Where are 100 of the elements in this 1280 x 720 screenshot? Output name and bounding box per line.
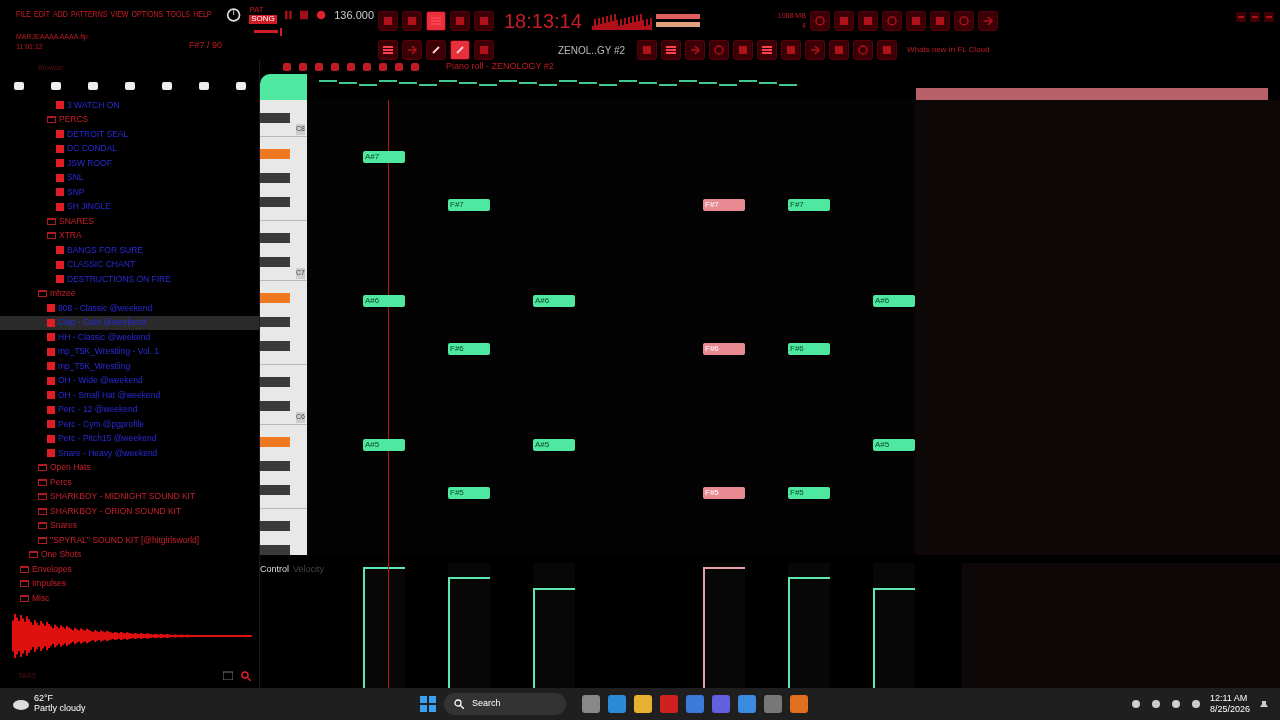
app-icon[interactable] (738, 695, 756, 713)
news-link[interactable]: Whats new in FL Cloud (907, 44, 990, 56)
tree-item[interactable]: XTRA (0, 228, 259, 243)
piano-roll-title: Piano roll - ZENOLOGY #2 (446, 60, 554, 74)
app-icon[interactable] (660, 695, 678, 713)
tree-item[interactable]: SHARKBOY - ORION SOUND KIT (0, 504, 259, 519)
tree-item[interactable]: Snares (0, 518, 259, 533)
tree-item[interactable]: SH JINGLE (0, 199, 259, 214)
menu-item[interactable]: OPTIONS (131, 8, 164, 22)
note-block[interactable]: A#7 (363, 151, 405, 163)
search-box[interactable]: Search (444, 693, 566, 715)
tree-item[interactable]: One Shots (0, 547, 259, 562)
note-block[interactable]: F#6 (448, 343, 490, 355)
note-block[interactable]: F#7 (788, 199, 830, 211)
tree-item[interactable]: DETROIT SEAL (0, 127, 259, 142)
menu-item[interactable]: EDIT (33, 8, 50, 22)
stop-icon[interactable] (299, 10, 309, 20)
note-block[interactable]: A#6 (363, 295, 405, 307)
tree-item[interactable]: DESTRUCTIONS ON FIRE (0, 272, 259, 287)
tree-item[interactable]: Perc - Cym @pgprofile (0, 417, 259, 432)
app-icon[interactable] (790, 695, 808, 713)
tree-item[interactable]: mp_T5K_Wrestling - Vol. 1 (0, 344, 259, 359)
minimize-icon[interactable] (1236, 12, 1246, 22)
tree-item[interactable]: HH - Classic @weekend (0, 330, 259, 345)
tree-item[interactable]: Percs (0, 475, 259, 490)
note-block[interactable]: F#7 (703, 199, 745, 211)
pause-icon[interactable] (284, 10, 292, 20)
tree-item[interactable]: SNP (0, 185, 259, 200)
app-icon[interactable] (712, 695, 730, 713)
spectrum-drawing (591, 12, 652, 30)
tree-item[interactable]: Misc (0, 591, 259, 606)
note-block[interactable]: F#5 (448, 487, 490, 499)
menu-item[interactable]: TOOLS (166, 8, 191, 22)
tree-item[interactable]: PERCS (0, 112, 259, 127)
tree-item[interactable]: DC CONDAL (0, 141, 259, 156)
toolbar-icon[interactable] (757, 40, 778, 60)
toolbar-icon[interactable] (426, 40, 446, 60)
note-block[interactable]: F#5 (788, 487, 830, 499)
tree-item[interactable]: CLASSIC CHANT (0, 257, 259, 272)
toolbar-icon[interactable] (378, 40, 398, 60)
tree-item[interactable]: Envelopes (0, 562, 259, 577)
search-icon (454, 699, 464, 709)
tempo-display[interactable]: 136.000 (334, 6, 374, 24)
note-block[interactable]: A#5 (363, 439, 405, 451)
note-block[interactable]: F#5 (703, 487, 745, 499)
menu-item[interactable]: PATTERNS (71, 8, 108, 22)
app-icon[interactable] (634, 695, 652, 713)
note-block[interactable]: A#6 (533, 295, 575, 307)
song-mode-toggle[interactable]: SONG (249, 15, 277, 24)
tree-item[interactable]: Open Hats (0, 460, 259, 475)
weather-text: Partly cloudy (34, 704, 86, 714)
control-label[interactable]: Control (260, 563, 289, 577)
menu-item[interactable]: ADD (53, 8, 68, 22)
toolbar-icon[interactable] (426, 11, 446, 31)
tree-item[interactable]: SHARKBOY - MIDNIGHT SOUND KIT (0, 489, 259, 504)
app-icon[interactable] (608, 695, 626, 713)
tree-item[interactable]: Perc - 12 @weekend (0, 402, 259, 417)
tree-item[interactable]: OH - Small Hat @weekend (0, 388, 259, 403)
tree-item[interactable]: SNL (0, 170, 259, 185)
tree-item[interactable]: mhzee (0, 286, 259, 301)
tree-item[interactable]: OH - Wide @weekend (0, 373, 259, 388)
tree-item[interactable]: mp_T5K_Wrestling (0, 359, 259, 374)
menu-item[interactable]: VIEW (110, 8, 129, 22)
tree-item[interactable]: BANGS FOR SURE (0, 243, 259, 258)
level-meter-drawing (655, 14, 702, 28)
search-icon[interactable] (241, 671, 251, 681)
tree-item[interactable]: Perc - Pitch15 @weekend (0, 431, 259, 446)
toolbar-icon[interactable] (661, 40, 682, 60)
tree-item[interactable]: Snare - Heavy @weekend (0, 446, 259, 461)
note-block[interactable]: F#6 (788, 343, 830, 355)
note-block[interactable]: A#5 (533, 439, 575, 451)
note-block[interactable]: F#6 (703, 343, 745, 355)
tree-item[interactable]: Impulses (0, 576, 259, 591)
tree-item[interactable]: JSW ROOF (0, 156, 259, 171)
toolbar-icon[interactable] (450, 40, 470, 60)
velocity-label[interactable]: Velocity (293, 563, 325, 577)
temperature-text: 62°F (34, 694, 55, 704)
app-icon[interactable] (686, 695, 704, 713)
note-block[interactable]: A#5 (873, 439, 915, 451)
tree-item[interactable]: SNARES (0, 214, 259, 229)
pattern-mode-toggle[interactable]: PAT (249, 6, 277, 15)
slider-icon[interactable] (254, 28, 284, 36)
windows-icon[interactable] (420, 696, 436, 712)
tool-corner[interactable] (260, 74, 307, 100)
dial-icon (226, 6, 242, 24)
menu-item[interactable]: FILE (16, 8, 31, 22)
tree-item[interactable]: ''SPYRAL'' SOUND KIT [@hitgirlsworld] (0, 533, 259, 548)
app-icon[interactable] (764, 695, 782, 713)
menu-item[interactable]: HELP (193, 8, 212, 22)
file-icon (56, 101, 64, 110)
channel-name[interactable]: ZENOL..GY #2 (558, 42, 626, 58)
clock-area[interactable]: 12:11 AM 8/25/2026 (1209, 693, 1250, 715)
note-block[interactable]: A#6 (873, 295, 915, 307)
app-icon[interactable] (582, 695, 600, 713)
record-icon[interactable] (316, 9, 327, 21)
hint-text: F#7 / 90 (188, 39, 222, 52)
clock-display: 18:13:14 (504, 9, 582, 34)
tree-item[interactable]: 3 WATCH ON (0, 98, 259, 113)
tree-item[interactable]: 808 - Classic @weekend (0, 301, 259, 316)
note-block[interactable]: F#7 (448, 199, 490, 211)
